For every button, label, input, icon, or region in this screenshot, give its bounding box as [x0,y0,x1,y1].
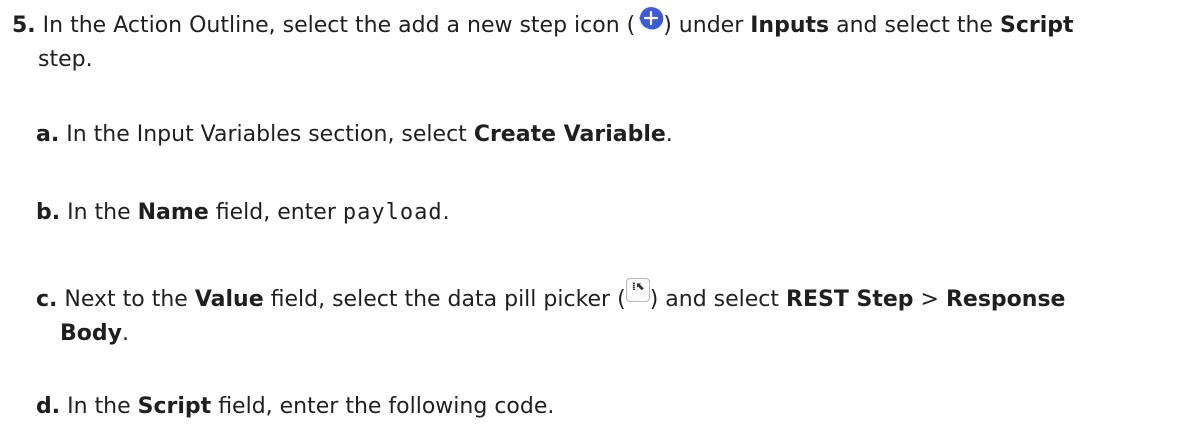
substep-letter: d. [36,394,61,419]
step-number: 5. [12,13,36,38]
substep-letter: a. [36,122,60,147]
rest-step-label: REST Step [786,287,914,312]
script-field-label: Script [137,394,212,419]
name-label: Name [137,200,209,225]
data-pill-picker-icon: ⁞⬉ [625,278,650,302]
substep-letter: c. [36,287,58,312]
substep-c: c. Next to the Value field, select the d… [36,278,1066,346]
payload-code: payload [342,200,443,225]
response-label: Response [945,287,1066,312]
step-text: In the Action Outline, select the add a … [42,13,636,38]
body-label: Body [60,321,122,346]
substep-letter: b. [36,200,61,225]
create-variable-label: Create Variable [473,122,666,147]
substep-b: b. In the Name field, enter payload. [36,200,450,225]
step-5: 5. In the Action Outline, select the add… [12,7,1192,77]
add-step-icon [635,7,664,34]
inputs-label: Inputs [750,13,830,38]
substep-a: a. In the Input Variables section, selec… [36,122,673,147]
value-label: Value [194,287,264,312]
script-label: Script [999,13,1074,38]
substep-d: d. In the Script field, enter the follow… [36,394,555,419]
